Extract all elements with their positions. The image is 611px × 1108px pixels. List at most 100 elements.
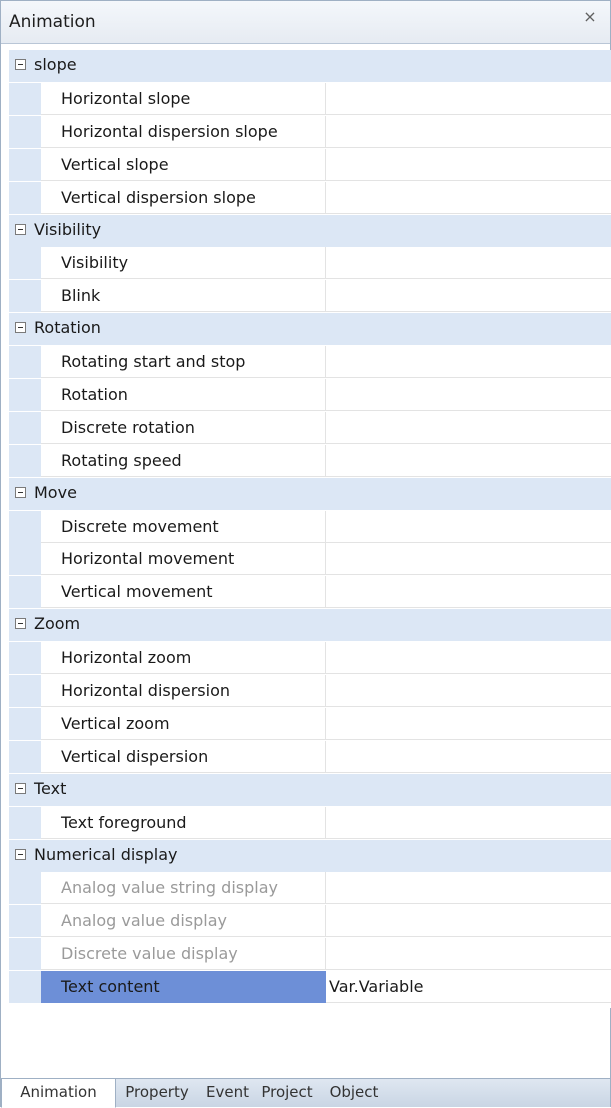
row-gutter — [9, 708, 41, 740]
property-name-cell[interactable]: Rotating start and stop — [41, 346, 326, 378]
row-gutter — [9, 247, 41, 279]
collapse-icon[interactable] — [15, 322, 26, 333]
property-value-cell[interactable] — [326, 872, 611, 904]
category-row[interactable]: Zoom — [9, 609, 611, 641]
tab-animation[interactable]: Animation — [1, 1079, 116, 1108]
property-row[interactable]: Rotation — [9, 379, 611, 411]
property-name-cell[interactable]: Vertical movement — [41, 576, 326, 608]
property-value-cell[interactable] — [326, 905, 611, 937]
property-row[interactable]: Vertical dispersion slope — [9, 182, 611, 214]
property-row[interactable]: Text content Var.Variable — [9, 971, 611, 1003]
property-name-cell[interactable]: Vertical dispersion — [41, 741, 326, 773]
collapse-icon[interactable] — [15, 487, 26, 498]
collapse-icon[interactable] — [15, 59, 26, 70]
collapse-icon[interactable] — [15, 783, 26, 794]
property-row[interactable]: Discrete rotation — [9, 412, 611, 444]
property-name-cell[interactable]: Horizontal movement — [41, 543, 326, 575]
property-value-cell[interactable] — [326, 938, 611, 970]
category-row[interactable]: slope — [9, 50, 611, 82]
collapse-icon[interactable] — [15, 849, 26, 860]
property-name-cell[interactable]: Text foreground — [41, 807, 326, 839]
property-name-cell[interactable]: Vertical dispersion slope — [41, 182, 326, 214]
property-value-cell[interactable] — [326, 379, 611, 411]
property-value-cell[interactable] — [326, 280, 611, 312]
category-row[interactable]: Move — [9, 478, 611, 510]
row-gutter — [9, 543, 41, 575]
row-gutter — [9, 938, 41, 970]
tab-project[interactable]: Project — [255, 1079, 319, 1107]
property-row[interactable]: Rotating speed — [9, 445, 611, 477]
tab-object[interactable]: Object — [319, 1079, 389, 1107]
property-row[interactable]: Rotating start and stop — [9, 346, 611, 378]
panel-tab-bar: Animation Property Event Project Object — [1, 1078, 610, 1108]
property-row[interactable]: Vertical slope — [9, 149, 611, 181]
property-value-cell[interactable] — [326, 576, 611, 608]
property-value-cell[interactable] — [326, 247, 611, 279]
close-icon[interactable]: × — [580, 7, 600, 27]
property-name: Horizontal slope — [61, 89, 191, 108]
property-row[interactable]: Horizontal zoom — [9, 642, 611, 674]
property-name-cell[interactable]: Analog value display — [41, 905, 326, 937]
property-value-cell[interactable] — [326, 511, 611, 543]
property-row[interactable]: Analog value display — [9, 905, 611, 937]
property-name-cell[interactable]: Text content — [41, 971, 326, 1003]
property-name: Discrete movement — [61, 517, 219, 536]
collapse-icon[interactable] — [15, 224, 26, 235]
property-row[interactable]: Vertical movement — [9, 576, 611, 608]
property-row[interactable]: Visibility — [9, 247, 611, 279]
tab-property[interactable]: Property — [114, 1079, 200, 1107]
row-gutter — [9, 280, 41, 312]
property-row[interactable]: Text foreground — [9, 807, 611, 839]
property-value-cell[interactable] — [326, 116, 611, 148]
property-value-cell[interactable] — [326, 445, 611, 477]
property-name-cell[interactable]: Vertical slope — [41, 149, 326, 181]
property-value-cell[interactable] — [326, 741, 611, 773]
property-name-cell[interactable]: Horizontal dispersion slope — [41, 116, 326, 148]
property-name: Vertical zoom — [61, 714, 170, 733]
property-name-cell[interactable]: Horizontal slope — [41, 83, 326, 115]
property-row[interactable]: Horizontal dispersion slope — [9, 116, 611, 148]
property-name-cell[interactable]: Horizontal dispersion — [41, 675, 326, 707]
property-row[interactable]: Vertical zoom — [9, 708, 611, 740]
property-name-cell[interactable]: Discrete value display — [41, 938, 326, 970]
property-value-cell[interactable] — [326, 708, 611, 740]
category-row[interactable]: Text — [9, 774, 611, 806]
property-value-cell[interactable]: Var.Variable — [326, 971, 611, 1003]
row-gutter — [9, 412, 41, 444]
property-name-cell[interactable]: Blink — [41, 280, 326, 312]
property-name: Vertical slope — [61, 155, 169, 174]
property-value-cell[interactable] — [326, 83, 611, 115]
collapse-icon[interactable] — [15, 618, 26, 629]
property-name-cell[interactable]: Rotating speed — [41, 445, 326, 477]
property-name: Discrete value display — [61, 944, 238, 963]
property-name: Vertical dispersion slope — [61, 188, 256, 207]
row-gutter — [9, 576, 41, 608]
property-row[interactable]: Horizontal slope — [9, 83, 611, 115]
property-value-cell[interactable] — [326, 149, 611, 181]
category-row[interactable]: Visibility — [9, 215, 611, 247]
property-value-cell[interactable] — [326, 675, 611, 707]
property-name-cell[interactable]: Rotation — [41, 379, 326, 411]
property-name-cell[interactable]: Discrete rotation — [41, 412, 326, 444]
property-row[interactable]: Horizontal dispersion — [9, 675, 611, 707]
property-row[interactable]: Vertical dispersion — [9, 741, 611, 773]
property-row[interactable]: Analog value string display — [9, 872, 611, 904]
property-value-cell[interactable] — [326, 182, 611, 214]
property-value-cell[interactable] — [326, 412, 611, 444]
tab-event[interactable]: Event — [200, 1079, 255, 1107]
property-row[interactable]: Blink — [9, 280, 611, 312]
property-row[interactable]: Discrete movement — [9, 511, 611, 543]
property-name-cell[interactable]: Horizontal zoom — [41, 642, 326, 674]
category-row[interactable]: Numerical display — [9, 840, 611, 872]
property-value-cell[interactable] — [326, 346, 611, 378]
property-value-cell[interactable] — [326, 642, 611, 674]
category-row[interactable]: Rotation — [9, 313, 611, 345]
property-name-cell[interactable]: Discrete movement — [41, 511, 326, 543]
property-row[interactable]: Discrete value display — [9, 938, 611, 970]
property-row[interactable]: Horizontal movement — [9, 543, 611, 575]
property-name-cell[interactable]: Vertical zoom — [41, 708, 326, 740]
property-name-cell[interactable]: Visibility — [41, 247, 326, 279]
property-value-cell[interactable] — [326, 807, 611, 839]
property-name-cell[interactable]: Analog value string display — [41, 872, 326, 904]
property-value-cell[interactable] — [326, 543, 611, 575]
